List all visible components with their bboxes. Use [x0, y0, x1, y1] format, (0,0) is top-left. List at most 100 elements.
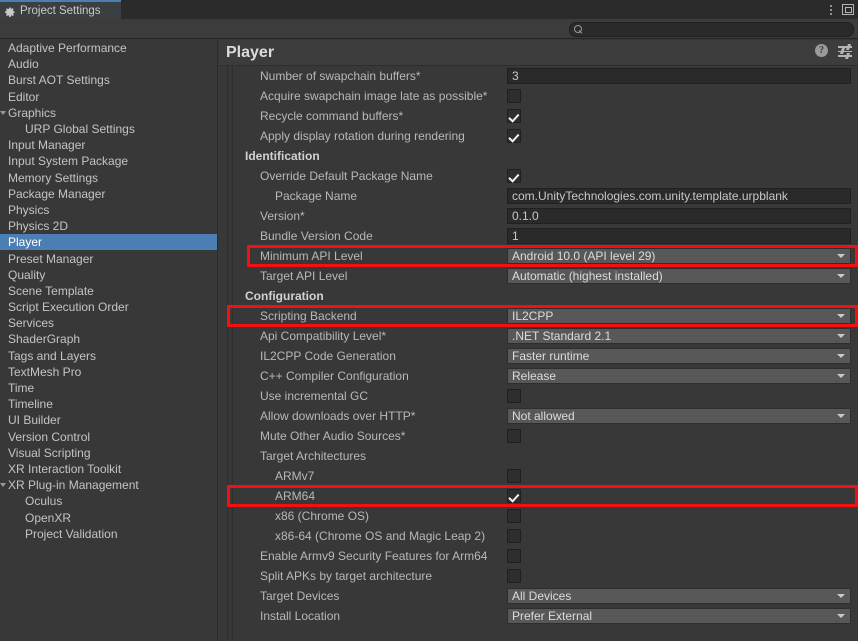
sidebar-item-input-system-package[interactable]: Input System Package: [0, 153, 217, 169]
setting-row-number-of-swapchain-buffers[interactable]: Number of swapchain buffers* 3: [227, 66, 858, 86]
sidebar-item-scene-template[interactable]: Scene Template: [0, 283, 217, 299]
setting-row-apply-display-rotation-during-rendering[interactable]: Apply display rotation during rendering: [227, 126, 858, 146]
setting-checkbox-armv7[interactable]: [507, 469, 521, 483]
sidebar-item-version-control[interactable]: Version Control: [0, 429, 217, 445]
setting-row-x86-64-chrome-os-and-magic-leap-2[interactable]: x86-64 (Chrome OS and Magic Leap 2): [227, 526, 858, 546]
setting-row-target-api-level[interactable]: Target API Level Automatic (highest insta…: [227, 266, 858, 286]
setting-row-c-compiler-configuration[interactable]: C++ Compiler Configuration Release: [227, 366, 858, 386]
setting-row-armv7[interactable]: ARMv7: [227, 466, 858, 486]
setting-row-arm64[interactable]: ARM64: [227, 486, 858, 506]
sidebar-item-xr-plug-in-management[interactable]: XR Plug-in Management: [0, 477, 217, 493]
sidebar-item-script-execution-order[interactable]: Script Execution Order: [0, 299, 217, 315]
setting-checkbox-x86-64-chrome-os-and-magic-leap-2[interactable]: [507, 529, 521, 543]
setting-label: ARM64: [275, 489, 316, 503]
sidebar-item-services[interactable]: Services: [0, 315, 217, 331]
setting-checkbox-mute-other-audio-sources[interactable]: [507, 429, 521, 443]
search-input[interactable]: [586, 23, 846, 36]
setting-row-override-default-package-name[interactable]: Override Default Package Name: [227, 166, 858, 186]
sidebar-item-time[interactable]: Time: [0, 380, 217, 396]
setting-row-enable-armv9-security-features-for-arm64[interactable]: Enable Armv9 Security Features for Arm64: [227, 546, 858, 566]
sidebar-item-tags-and-layers[interactable]: Tags and Layers: [0, 348, 217, 364]
setting-row-il2cpp-code-generation[interactable]: IL2CPP Code Generation Faster runtime: [227, 346, 858, 366]
foldout-triangle-icon[interactable]: [0, 483, 6, 488]
setting-dropdown-install-location[interactable]: Prefer External: [507, 608, 851, 624]
sidebar-item-adaptive-performance[interactable]: Adaptive Performance: [0, 40, 217, 56]
sidebar-item-timeline[interactable]: Timeline: [0, 396, 217, 412]
setting-checkbox-apply-display-rotation-during-rendering[interactable]: [507, 129, 521, 143]
setting-row-install-location[interactable]: Install Location Prefer External: [227, 606, 858, 626]
sidebar-item-graphics[interactable]: Graphics: [0, 105, 217, 121]
setting-checkbox-arm64[interactable]: [507, 489, 521, 503]
setting-label: Acquire swapchain image late as possible…: [260, 89, 488, 103]
setting-text-field-number-of-swapchain-buffers[interactable]: 3: [507, 68, 851, 84]
sidebar-item-textmesh-pro[interactable]: TextMesh Pro: [0, 364, 217, 380]
setting-row-x86-chrome-os[interactable]: x86 (Chrome OS): [227, 506, 858, 526]
setting-row-minimum-api-level[interactable]: Minimum API Level Android 10.0 (API level…: [227, 246, 858, 266]
setting-dropdown-il2cpp-code-generation[interactable]: Faster runtime: [507, 348, 851, 364]
setting-row-recycle-command-buffers[interactable]: Recycle command buffers*: [227, 106, 858, 126]
setting-dropdown-target-api-level[interactable]: Automatic (highest installed): [507, 268, 851, 284]
setting-label: C++ Compiler Configuration: [260, 369, 409, 383]
setting-row-bundle-version-code[interactable]: Bundle Version Code 1: [227, 226, 858, 246]
sidebar-item-label: Preset Manager: [8, 251, 94, 266]
sidebar-item-preset-manager[interactable]: Preset Manager: [0, 250, 217, 266]
setting-checkbox-recycle-command-buffers[interactable]: [507, 109, 521, 123]
setting-dropdown-c-compiler-configuration[interactable]: Release: [507, 368, 851, 384]
setting-dropdown-allow-downloads-over-http[interactable]: Not allowed: [507, 408, 851, 424]
sidebar-item-burst-aot-settings[interactable]: Burst AOT Settings: [0, 72, 217, 88]
sidebar-item-project-validation[interactable]: Project Validation: [0, 526, 217, 542]
foldout-triangle-icon[interactable]: [0, 110, 6, 115]
setting-row-api-compatibility-level[interactable]: Api Compatibility Level* .NET Standard 2.…: [227, 326, 858, 346]
setting-text-field-version[interactable]: 0.1.0: [507, 208, 851, 224]
sidebar-item-label: Audio: [8, 57, 39, 72]
setting-checkbox-use-incremental-gc[interactable]: [507, 389, 521, 403]
setting-row-acquire-swapchain-image-late-as-possible[interactable]: Acquire swapchain image late as possible…: [227, 86, 858, 106]
sidebar-item-shadergraph[interactable]: ShaderGraph: [0, 331, 217, 347]
sidebar-item-ui-builder[interactable]: UI Builder: [0, 412, 217, 428]
sidebar-item-package-manager[interactable]: Package Manager: [0, 186, 217, 202]
setting-row-mute-other-audio-sources[interactable]: Mute Other Audio Sources*: [227, 426, 858, 446]
sidebar-item-editor[interactable]: Editor: [0, 89, 217, 105]
maximize-window-icon[interactable]: [842, 4, 854, 15]
setting-checkbox-acquire-swapchain-image-late-as-possible[interactable]: [507, 89, 521, 103]
setting-checkbox-override-default-package-name[interactable]: [507, 169, 521, 183]
preset-sliders-icon[interactable]: [838, 44, 852, 59]
sidebar-item-quality[interactable]: Quality: [0, 267, 217, 283]
setting-text-field-package-name[interactable]: com.UnityTechnologies.com.unity.template…: [507, 188, 851, 204]
sidebar-item-urp-global-settings[interactable]: URP Global Settings: [0, 121, 217, 137]
sidebar-item-player[interactable]: Player: [0, 234, 217, 251]
sidebar-item-audio[interactable]: Audio: [0, 56, 217, 72]
setting-text-field-bundle-version-code[interactable]: 1: [507, 228, 851, 244]
setting-label: Recycle command buffers*: [260, 109, 404, 123]
setting-row-identification: Identification: [227, 146, 858, 166]
setting-dropdown-api-compatibility-level[interactable]: .NET Standard 2.1: [507, 328, 851, 344]
setting-checkbox-x86-chrome-os[interactable]: [507, 509, 521, 523]
setting-row-use-incremental-gc[interactable]: Use incremental GC: [227, 386, 858, 406]
setting-row-version[interactable]: Version* 0.1.0: [227, 206, 858, 226]
panel-header-icons: ?: [815, 44, 852, 59]
setting-checkbox-split-apks-by-target-architecture[interactable]: [507, 569, 521, 583]
chevron-down-icon: [837, 354, 845, 358]
sidebar-item-physics-2d[interactable]: Physics 2D: [0, 218, 217, 234]
setting-row-split-apks-by-target-architecture[interactable]: Split APKs by target architecture: [227, 566, 858, 586]
search-box[interactable]: [569, 22, 854, 37]
tab-project-settings[interactable]: Project Settings: [0, 0, 121, 19]
sidebar-item-input-manager[interactable]: Input Manager: [0, 137, 217, 153]
help-icon[interactable]: ?: [815, 44, 828, 57]
sidebar-item-physics[interactable]: Physics: [0, 202, 217, 218]
setting-checkbox-enable-armv9-security-features-for-arm64[interactable]: [507, 549, 521, 563]
sidebar-item-oculus[interactable]: Oculus: [0, 493, 217, 509]
setting-row-allow-downloads-over-http[interactable]: Allow downloads over HTTP* Not allowed: [227, 406, 858, 426]
setting-dropdown-scripting-backend[interactable]: IL2CPP: [507, 308, 851, 324]
sidebar-item-visual-scripting[interactable]: Visual Scripting: [0, 445, 217, 461]
settings-category-sidebar[interactable]: Adaptive Performance Audio Burst AOT Setti…: [0, 40, 218, 641]
sidebar-item-xr-interaction-toolkit[interactable]: XR Interaction Toolkit: [0, 461, 217, 477]
setting-dropdown-target-devices[interactable]: All Devices: [507, 588, 851, 604]
setting-dropdown-minimum-api-level[interactable]: Android 10.0 (API level 29): [507, 248, 851, 264]
setting-row-target-devices[interactable]: Target Devices All Devices: [227, 586, 858, 606]
more-options-icon[interactable]: [829, 3, 833, 16]
sidebar-item-memory-settings[interactable]: Memory Settings: [0, 170, 217, 186]
setting-row-scripting-backend[interactable]: Scripting Backend IL2CPP: [227, 306, 858, 326]
sidebar-item-openxr[interactable]: OpenXR: [0, 509, 217, 525]
setting-row-package-name[interactable]: Package Name com.UnityTechnologies.com.un…: [227, 186, 858, 206]
